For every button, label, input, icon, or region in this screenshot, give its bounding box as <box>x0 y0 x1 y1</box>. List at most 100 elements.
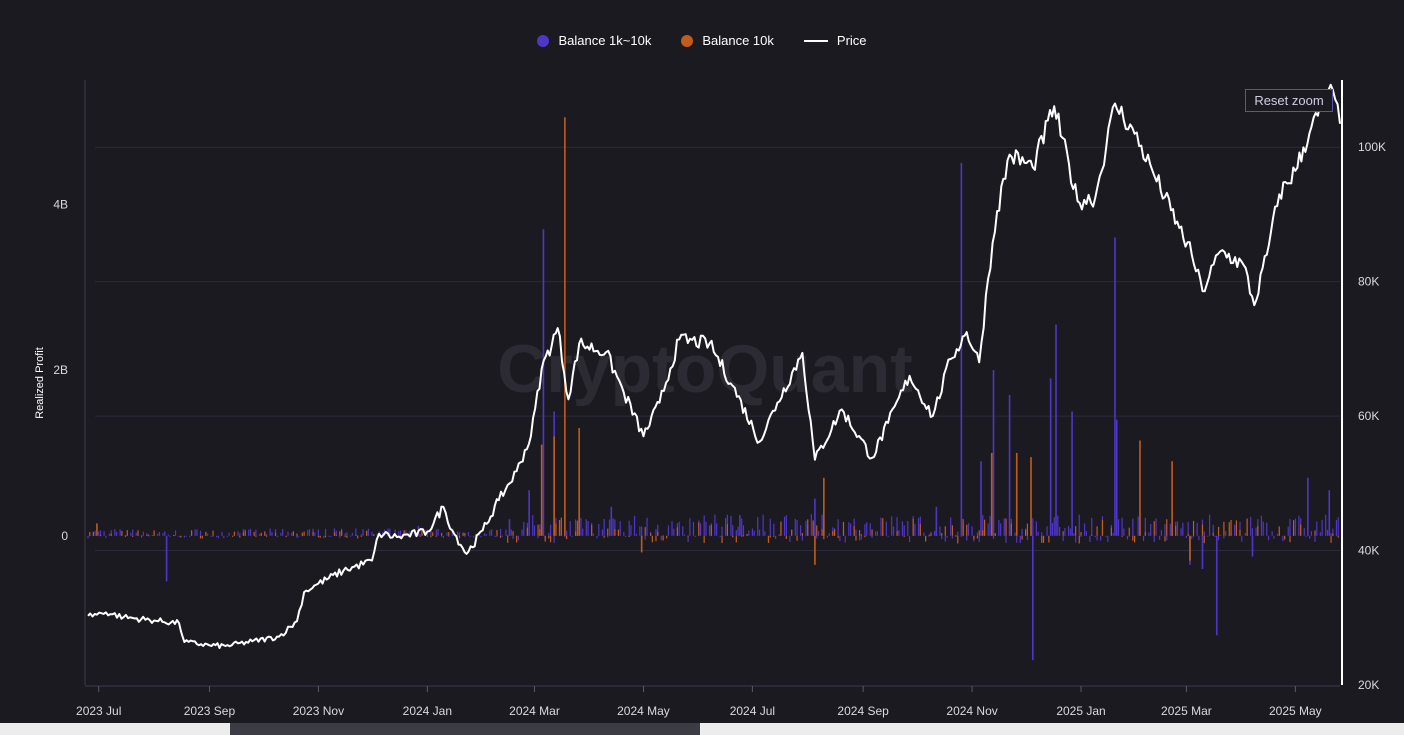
bar-balance-10k[interactable] <box>232 535 234 537</box>
bar-balance-1k-10k[interactable] <box>998 520 1000 536</box>
bar-balance-1k-10k[interactable] <box>165 535 168 582</box>
bar-balance-10k[interactable] <box>703 535 705 543</box>
bar-balance-10k[interactable] <box>1314 530 1316 536</box>
bar-balance-10k[interactable] <box>832 531 834 536</box>
bar-balance-10k[interactable] <box>319 535 321 538</box>
bar-balance-1k-10k[interactable] <box>946 535 948 538</box>
bar-balance-1k-10k[interactable] <box>1142 535 1145 542</box>
bar-balance-10k[interactable] <box>1166 519 1168 536</box>
bar-balance-1k-10k[interactable] <box>732 525 734 536</box>
bar-balance-1k-10k[interactable] <box>716 523 718 536</box>
bar-balance-1k-10k[interactable] <box>725 518 727 536</box>
bar-balance-1k-10k[interactable] <box>537 535 539 539</box>
bar-balance-1k-10k[interactable] <box>1112 532 1114 536</box>
bar-balance-10k[interactable] <box>746 534 748 536</box>
bar-balance-1k-10k[interactable] <box>987 523 989 536</box>
bar-balance-10k[interactable] <box>1203 535 1205 544</box>
bar-balance-10k[interactable] <box>1021 535 1023 540</box>
legend-item-balance-10k[interactable]: Balance 10k <box>681 33 774 48</box>
bar-balance-1k-10k[interactable] <box>775 535 777 539</box>
bar-balance-1k-10k[interactable] <box>1298 515 1300 536</box>
bar-balance-1k-10k[interactable] <box>1241 535 1243 542</box>
bar-balance-1k-10k[interactable] <box>523 521 525 536</box>
bar-balance-1k-10k[interactable] <box>323 535 325 539</box>
bar-balance-1k-10k[interactable] <box>592 533 595 536</box>
bar-balance-1k-10k[interactable] <box>901 521 904 536</box>
bar-balance-1k-10k[interactable] <box>508 519 511 536</box>
bar-balance-1k-10k[interactable] <box>839 535 841 542</box>
bar-balance-10k[interactable] <box>983 519 986 536</box>
bar-balance-10k[interactable] <box>773 535 775 537</box>
bar-balance-1k-10k[interactable] <box>1005 535 1007 543</box>
bar-balance-10k[interactable] <box>1128 527 1130 536</box>
bar-balance-10k[interactable] <box>1062 531 1064 536</box>
bar-balance-1k-10k[interactable] <box>98 531 100 536</box>
bar-balance-1k-10k[interactable] <box>480 535 482 538</box>
bar-balance-1k-10k[interactable] <box>1294 518 1296 536</box>
bar-balance-10k[interactable] <box>976 535 979 539</box>
bar-balance-10k[interactable] <box>1005 518 1007 536</box>
bar-balance-1k-10k[interactable] <box>1037 531 1039 536</box>
bar-balance-10k[interactable] <box>355 534 357 536</box>
bar-balance-10k[interactable] <box>1330 535 1332 543</box>
bar-balance-10k[interactable] <box>1289 535 1291 543</box>
bar-balance-1k-10k[interactable] <box>708 525 711 536</box>
bar-balance-1k-10k[interactable] <box>1185 535 1188 538</box>
bar-balance-1k-10k[interactable] <box>1016 535 1018 543</box>
bar-balance-1k-10k[interactable] <box>673 528 675 536</box>
bar-balance-1k-10k[interactable] <box>1225 531 1227 536</box>
bar-balance-1k-10k[interactable] <box>103 531 105 536</box>
bar-balance-1k-10k[interactable] <box>549 524 552 536</box>
bar-balance-10k[interactable] <box>1217 526 1220 536</box>
bar-balance-10k[interactable] <box>549 535 552 543</box>
bar-balance-1k-10k[interactable] <box>248 529 250 536</box>
bar-balance-1k-10k[interactable] <box>801 535 804 541</box>
bar-balance-1k-10k[interactable] <box>1328 490 1331 536</box>
bar-balance-10k[interactable] <box>1187 533 1189 536</box>
bar-balance-1k-10k[interactable] <box>1166 535 1168 541</box>
bar-balance-1k-10k[interactable] <box>291 532 293 536</box>
bar-balance-10k[interactable] <box>860 534 862 536</box>
reset-zoom-button[interactable]: Reset zoom <box>1245 89 1333 112</box>
bar-balance-1k-10k[interactable] <box>1159 535 1161 540</box>
bar-balance-10k[interactable] <box>333 532 336 536</box>
bar-balance-1k-10k[interactable] <box>757 517 759 536</box>
bar-balance-10k[interactable] <box>617 529 620 536</box>
bar-balance-10k[interactable] <box>742 535 745 537</box>
bar-balance-1k-10k[interactable] <box>1244 532 1246 536</box>
bar-balance-1k-10k[interactable] <box>1051 523 1054 536</box>
bar-balance-10k[interactable] <box>1078 535 1080 544</box>
bar-balance-1k-10k[interactable] <box>360 534 362 536</box>
legend-item-balance-1k-10k[interactable]: Balance 1k~10k <box>537 33 651 48</box>
bar-balance-10k[interactable] <box>1139 440 1141 536</box>
bar-balance-10k[interactable] <box>516 535 518 543</box>
bar-balance-1k-10k[interactable] <box>1314 535 1316 542</box>
bar-balance-1k-10k[interactable] <box>258 534 261 536</box>
bar-balance-10k[interactable] <box>814 535 816 565</box>
bar-balance-1k-10k[interactable] <box>585 519 587 536</box>
bar-balance-1k-10k[interactable] <box>1071 411 1073 536</box>
bar-balance-1k-10k[interactable] <box>742 525 745 536</box>
bar-balance-1k-10k[interactable] <box>542 229 545 536</box>
bar-balance-1k-10k[interactable] <box>939 526 941 536</box>
bar-balance-1k-10k[interactable] <box>703 515 705 536</box>
bar-balance-1k-10k[interactable] <box>399 530 402 536</box>
bar-balance-1k-10k[interactable] <box>1150 523 1152 536</box>
bar-balance-1k-10k[interactable] <box>1160 530 1162 536</box>
bar-balance-10k[interactable] <box>973 535 975 540</box>
bar-balance-10k[interactable] <box>1134 535 1136 543</box>
bar-balance-1k-10k[interactable] <box>1019 535 1021 544</box>
bar-balance-10k[interactable] <box>603 535 605 538</box>
bar-balance-1k-10k[interactable] <box>483 533 486 536</box>
bar-balance-1k-10k[interactable] <box>992 370 995 536</box>
bar-balance-10k[interactable] <box>807 519 809 536</box>
bar-balance-10k[interactable] <box>903 535 905 537</box>
bar-balance-1k-10k[interactable] <box>183 535 186 538</box>
bar-balance-1k-10k[interactable] <box>1046 526 1048 536</box>
bar-balance-10k[interactable] <box>292 531 294 536</box>
bar-balance-1k-10k[interactable] <box>866 522 868 536</box>
bar-balance-10k[interactable] <box>666 535 668 539</box>
bar-balance-10k[interactable] <box>239 535 241 538</box>
bar-balance-1k-10k[interactable] <box>898 530 900 536</box>
legend-item-price[interactable]: Price <box>803 33 867 48</box>
